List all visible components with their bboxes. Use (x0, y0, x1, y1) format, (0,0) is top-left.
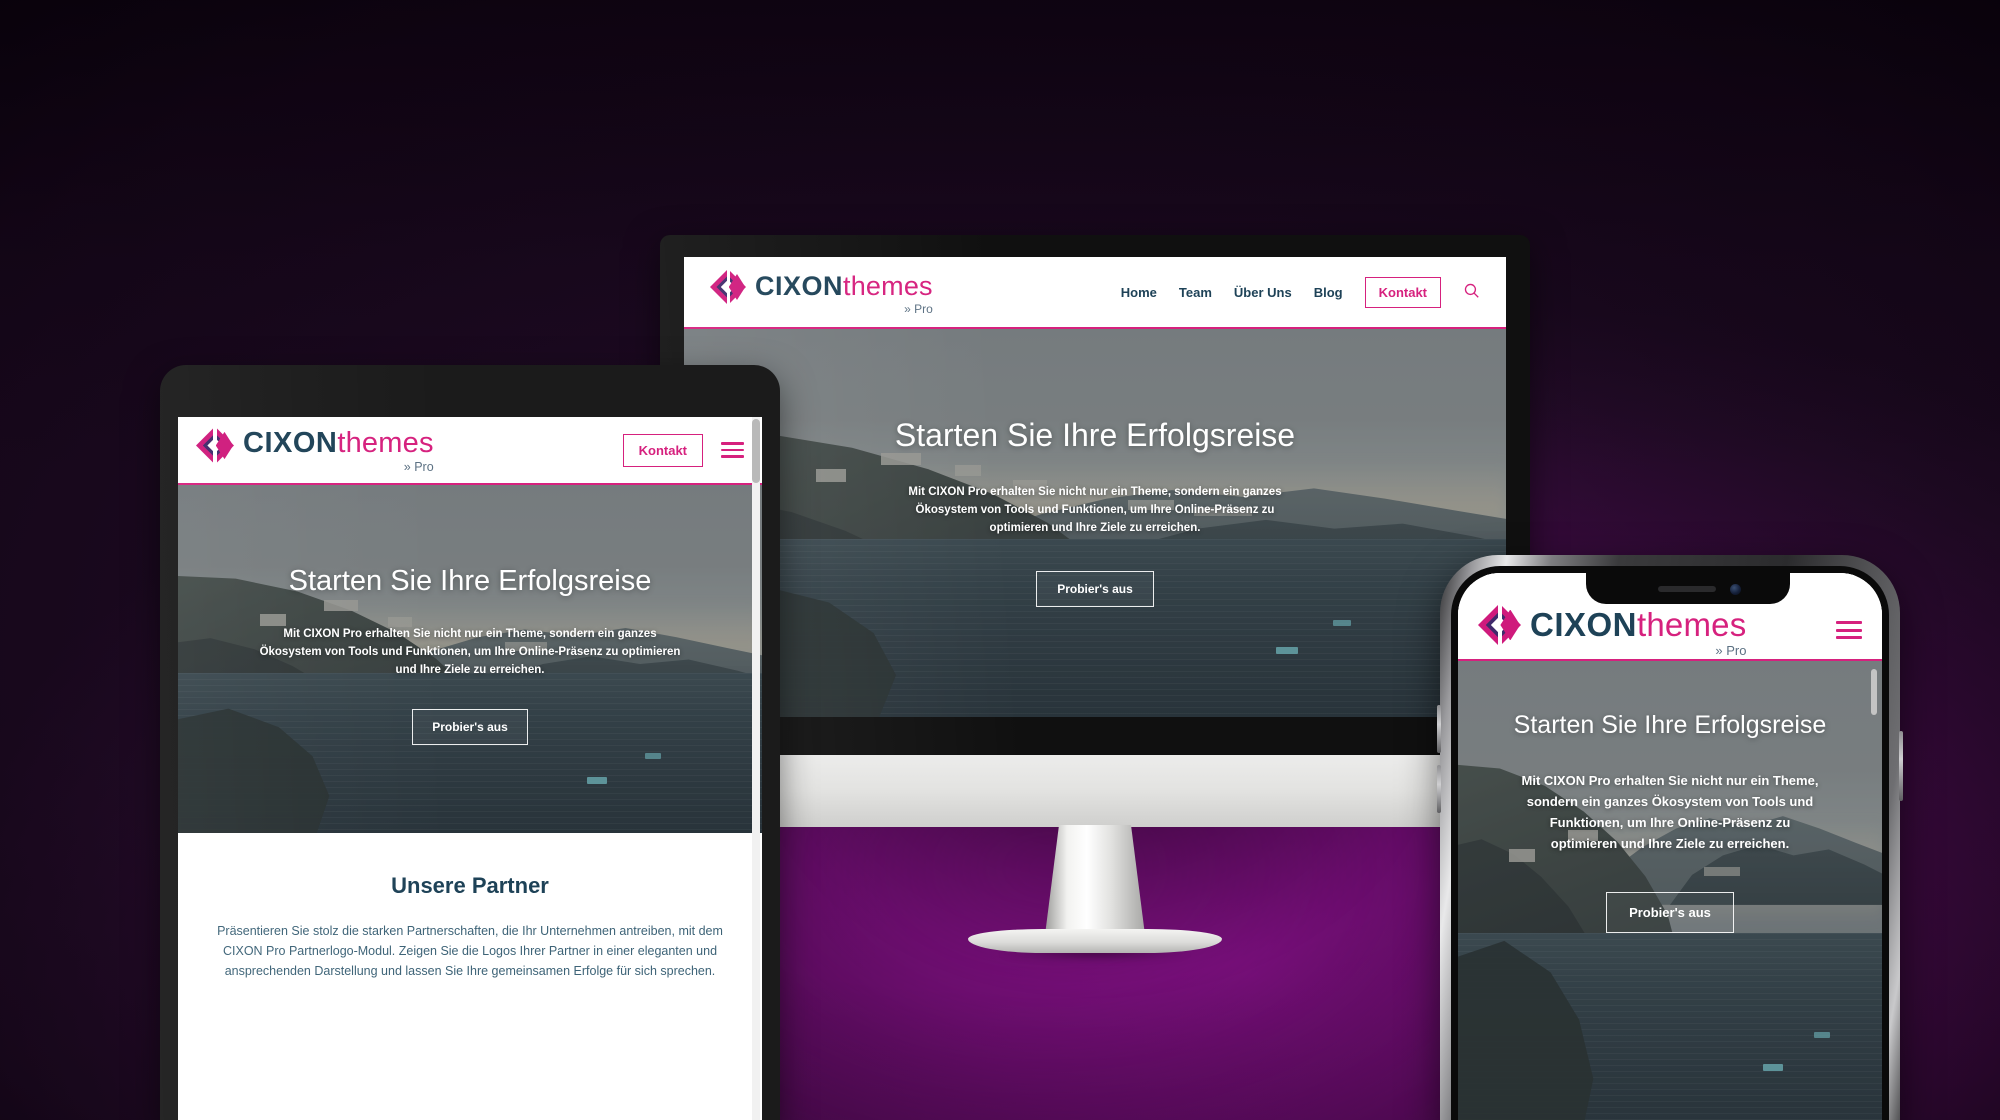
desktop-contact-button[interactable]: Kontakt (1364, 276, 1441, 308)
desktop-site-header: CIXONthemes » Pro Home Team Über Uns Blo… (684, 257, 1506, 329)
logo-text-themes: themes (1637, 605, 1747, 643)
logo-text-pro: » Pro (1715, 642, 1747, 658)
nav-item-team[interactable]: Team (1179, 285, 1212, 300)
cixon-diamond-logo-icon (710, 269, 746, 305)
hamburger-menu-icon[interactable] (1836, 621, 1862, 639)
phone-volume-down-button[interactable] (1437, 765, 1441, 813)
phone-scrollbar-thumb[interactable] (1871, 669, 1877, 715)
phone-hero-subtitle: Mit CIXON Pro erhalten Sie nicht nur ein… (1521, 773, 1819, 852)
desktop-hero-cta-button[interactable]: Probier's aus (1036, 571, 1154, 608)
logo-text-cixon: CIXON (1530, 605, 1638, 643)
search-icon[interactable] (1463, 282, 1480, 302)
nav-item-blog[interactable]: Blog (1314, 285, 1343, 300)
nav-item-home[interactable]: Home (1121, 285, 1157, 300)
desktop-logo[interactable]: CIXONthemes » Pro (710, 269, 933, 315)
phone-hero-cta-button[interactable]: Probier's aus (1606, 892, 1734, 934)
phone-logo-wordmark: CIXONthemes » Pro (1530, 608, 1746, 657)
phone-nav (1836, 621, 1862, 639)
tablet-device-mockup: CIXONthemes » Pro Kontakt Starten Sie Ih… (134, 365, 806, 1120)
desktop-hero-subtitle: Mit CIXON Pro erhalten Sie nicht nur ein… (908, 486, 1282, 534)
phone-front-camera-icon (1730, 584, 1741, 595)
mockup-scene: CIXONthemes » Pro Home Team Über Uns Blo… (0, 0, 2000, 1120)
tablet-screen-glare (160, 365, 780, 1120)
desktop-screen: CIXONthemes » Pro Home Team Über Uns Blo… (684, 257, 1506, 717)
phone-hero-content: Starten Sie Ihre Erfolgsreise Mit CIXON … (1458, 661, 1882, 1120)
desktop-hero: Starten Sie Ihre Erfolgsreise Mit CIXON … (684, 329, 1506, 717)
phone-logo[interactable]: CIXONthemes » Pro (1478, 603, 1746, 657)
desktop-stand-neck (1045, 825, 1145, 935)
desktop-website: CIXONthemes » Pro Home Team Über Uns Blo… (684, 257, 1506, 717)
phone-hero: Starten Sie Ihre Erfolgsreise Mit CIXON … (1458, 661, 1882, 1120)
phone-volume-button[interactable] (1437, 705, 1441, 753)
cixon-diamond-logo-icon (1478, 603, 1521, 647)
desktop-stand-foot (968, 929, 1222, 953)
phone-earpiece-speaker-icon (1658, 586, 1716, 592)
phone-screen: CIXONthemes » Pro Starten Sie Ihre Erfol… (1458, 573, 1882, 1120)
logo-text-themes: themes (843, 271, 933, 301)
phone-notch (1586, 573, 1790, 604)
desktop-primary-nav: Home Team Über Uns Blog Kontakt (1121, 276, 1480, 308)
phone-power-button[interactable] (1899, 731, 1903, 801)
logo-text-cixon: CIXON (755, 271, 844, 301)
phone-hero-title: Starten Sie Ihre Erfolgsreise (1513, 711, 1827, 739)
phone-device-mockup: CIXONthemes » Pro Starten Sie Ihre Erfol… (1416, 555, 1926, 1120)
desktop-logo-wordmark: CIXONthemes » Pro (755, 271, 933, 316)
phone-website: CIXONthemes » Pro Starten Sie Ihre Erfol… (1458, 573, 1882, 1120)
nav-item-ueber-uns[interactable]: Über Uns (1234, 285, 1292, 300)
logo-text-pro: » Pro (904, 302, 933, 316)
desktop-hero-content: Starten Sie Ihre Erfolgsreise Mit CIXON … (684, 329, 1506, 717)
desktop-hero-title: Starten Sie Ihre Erfolgsreise (894, 417, 1296, 453)
